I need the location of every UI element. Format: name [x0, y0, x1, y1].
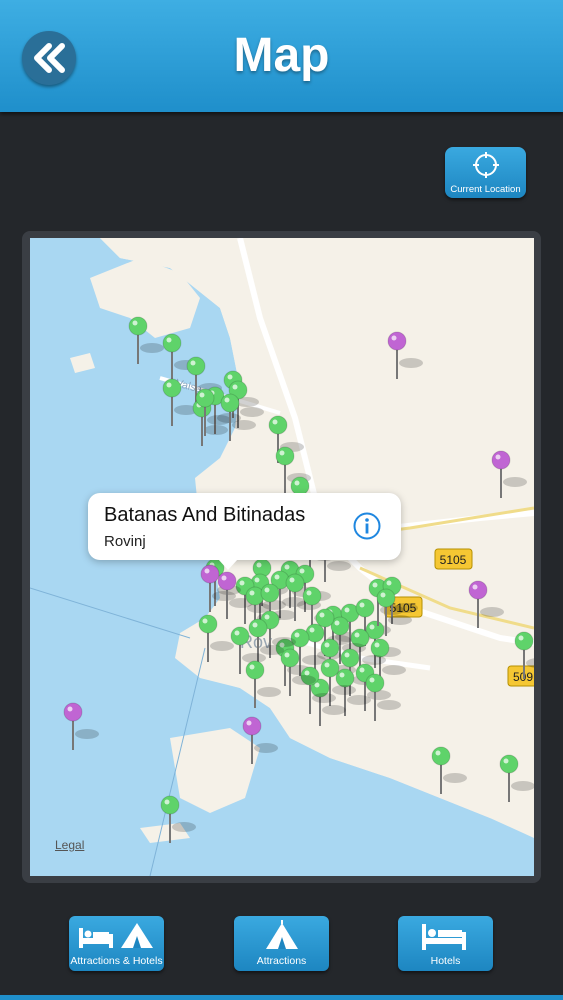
- road-badge: 5105: [434, 548, 473, 570]
- bed-icon: [422, 924, 466, 950]
- tent-icon: [266, 920, 298, 949]
- attractions-button[interactable]: Attractions: [234, 916, 329, 971]
- info-icon[interactable]: [353, 512, 381, 540]
- attractions-hotels-label: Attractions & Hotels: [70, 955, 163, 967]
- current-location-label: Current Location: [450, 184, 521, 195]
- attractions-hotels-button[interactable]: Attractions & Hotels: [69, 916, 164, 971]
- page-title: Map: [233, 29, 330, 82]
- callout-subtitle: Rovinj: [104, 533, 146, 550]
- legal-link[interactable]: Legal: [55, 838, 84, 852]
- callout-title: Batanas And Bitinadas: [104, 504, 306, 526]
- header-bar: Map: [0, 0, 563, 112]
- crosshair-icon: [473, 152, 499, 178]
- bottom-accent-bar: [0, 995, 563, 1000]
- road-badge: 509: [507, 665, 534, 687]
- bed-and-tent-icon: [79, 923, 153, 948]
- hotels-label: Hotels: [430, 955, 461, 967]
- current-location-button[interactable]: Current Location: [445, 147, 526, 198]
- road-badge-label: 5105: [440, 553, 467, 567]
- hotels-button[interactable]: Hotels: [398, 916, 493, 971]
- attractions-label: Attractions: [256, 955, 307, 967]
